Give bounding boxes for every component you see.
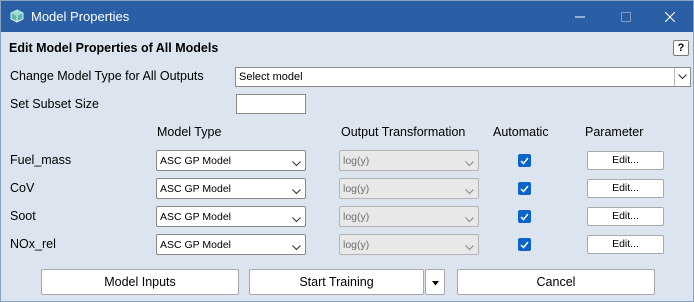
start-training-button[interactable]: Start Training	[249, 269, 424, 295]
output-transformation-select: log(y)	[339, 206, 479, 227]
chevron-down-icon	[465, 184, 474, 198]
model-type-select[interactable]: ASC GP Model	[156, 150, 306, 171]
change-model-type-label: Change Model Type for All Outputs	[10, 69, 204, 83]
checkmark-icon	[520, 238, 529, 252]
chevron-down-icon	[465, 212, 474, 226]
cancel-button[interactable]: Cancel	[457, 269, 655, 295]
output-transformation-value: log(y)	[343, 183, 370, 195]
output-transformation-value: log(y)	[343, 211, 370, 223]
automatic-checkbox[interactable]	[518, 238, 531, 251]
model-type-value: ASC GP Model	[160, 239, 232, 251]
chevron-down-icon	[674, 68, 690, 86]
column-header-output-transformation: Output Transformation	[341, 125, 466, 139]
automatic-checkbox[interactable]	[518, 210, 531, 223]
output-transformation-select: log(y)	[339, 178, 479, 199]
model-type-value: ASC GP Model	[160, 183, 232, 195]
model-type-value: ASC GP Model	[160, 155, 232, 167]
model-properties-window: Model Properties Edit Model Properties o…	[0, 0, 694, 302]
change-model-type-select[interactable]: Select model	[235, 67, 691, 87]
checkmark-icon	[520, 182, 529, 196]
edit-parameter-button[interactable]: Edit...	[587, 151, 664, 170]
maximize-icon	[621, 11, 631, 22]
minimize-button[interactable]	[557, 1, 603, 32]
model-type-select[interactable]: ASC GP Model	[156, 178, 306, 199]
row-label-output: Soot	[10, 209, 36, 223]
chevron-down-icon	[292, 212, 301, 226]
model-type-select[interactable]: ASC GP Model	[156, 206, 306, 227]
caret-down-icon	[431, 275, 439, 289]
chevron-down-icon	[292, 156, 301, 170]
chevron-down-icon	[465, 240, 474, 254]
subset-size-label: Set Subset Size	[10, 97, 99, 111]
column-header-model-type: Model Type	[157, 125, 222, 139]
close-icon	[665, 11, 675, 22]
model-type-value: ASC GP Model	[160, 211, 232, 223]
help-button[interactable]: ?	[673, 40, 689, 56]
maximize-button	[603, 1, 649, 32]
subset-size-input[interactable]	[236, 94, 306, 114]
output-transformation-select: log(y)	[339, 150, 479, 171]
column-header-automatic: Automatic	[493, 125, 549, 139]
minimize-icon	[575, 12, 585, 22]
column-header-parameter: Parameter	[585, 125, 644, 139]
checkmark-icon	[520, 210, 529, 224]
row-label-output: CoV	[10, 181, 35, 195]
window-title: Model Properties	[31, 9, 130, 24]
change-model-type-value: Select model	[239, 71, 303, 83]
output-transformation-value: log(y)	[343, 155, 370, 167]
title-bar[interactable]: Model Properties	[1, 1, 693, 32]
chevron-down-icon	[292, 184, 301, 198]
output-transformation-value: log(y)	[343, 239, 370, 251]
edit-parameter-button[interactable]: Edit...	[587, 207, 664, 226]
automatic-checkbox[interactable]	[518, 182, 531, 195]
dialog-heading: Edit Model Properties of All Models	[9, 41, 219, 55]
output-transformation-select: log(y)	[339, 234, 479, 255]
model-inputs-button[interactable]: Model Inputs	[41, 269, 239, 295]
row-label-output: NOx_rel	[10, 237, 56, 251]
checkmark-icon	[520, 154, 529, 168]
close-button[interactable]	[647, 1, 693, 32]
automatic-checkbox[interactable]	[518, 154, 531, 167]
edit-parameter-button[interactable]: Edit...	[587, 179, 664, 198]
chevron-down-icon	[292, 240, 301, 254]
start-training-options-button[interactable]	[425, 269, 445, 295]
edit-parameter-button[interactable]: Edit...	[587, 235, 664, 254]
chevron-down-icon	[465, 156, 474, 170]
model-type-select[interactable]: ASC GP Model	[156, 234, 306, 255]
row-label-output: Fuel_mass	[10, 153, 72, 167]
cube-app-icon	[10, 9, 24, 23]
